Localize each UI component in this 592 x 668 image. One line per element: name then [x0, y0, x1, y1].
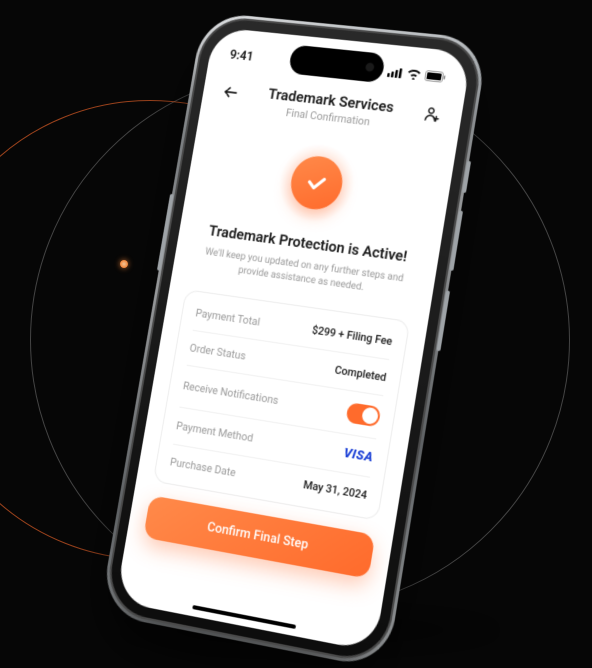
profile-button[interactable]: [419, 102, 446, 128]
back-button[interactable]: [218, 80, 244, 105]
confirm-final-step-button[interactable]: Confirm Final Step: [143, 495, 375, 579]
user-icon: [422, 105, 442, 125]
label-notifications: Receive Notifications: [182, 379, 279, 407]
label-purchase-date: Purchase Date: [169, 455, 237, 479]
details-card: Payment Total $299 + Filing Fee Order St…: [153, 289, 411, 521]
label-order-status: Order Status: [189, 341, 247, 362]
home-indicator[interactable]: [192, 605, 296, 629]
phone-side-button: [449, 210, 463, 270]
status-time: 9:41: [229, 47, 255, 64]
wifi-icon: [406, 68, 422, 80]
decorative-dot: [120, 260, 128, 268]
notifications-toggle[interactable]: [345, 402, 381, 427]
row-purchase-date: Purchase Date May 31, 2024: [167, 444, 370, 512]
phone-side-button: [436, 290, 450, 351]
phone-frame: 9:41: [102, 15, 485, 667]
battery-icon: [424, 70, 447, 83]
label-payment-total: Payment Total: [195, 306, 261, 328]
phone-side-button: [462, 161, 471, 193]
value-purchase-date: May 31, 2024: [302, 478, 368, 502]
signal-icon: [387, 66, 404, 78]
cta-label: Confirm Final Step: [206, 519, 309, 552]
check-icon: [302, 169, 331, 197]
value-payment-method: VISA: [343, 445, 375, 465]
label-payment-method: Payment Method: [175, 419, 254, 444]
value-order-status: Completed: [334, 363, 388, 384]
value-payment-total: $299 + Filing Fee: [311, 323, 393, 348]
phone-screen: 9:41: [115, 27, 472, 652]
arrow-left-icon: [221, 83, 240, 102]
phone-side-button: [157, 194, 174, 271]
success-badge: [274, 141, 360, 226]
